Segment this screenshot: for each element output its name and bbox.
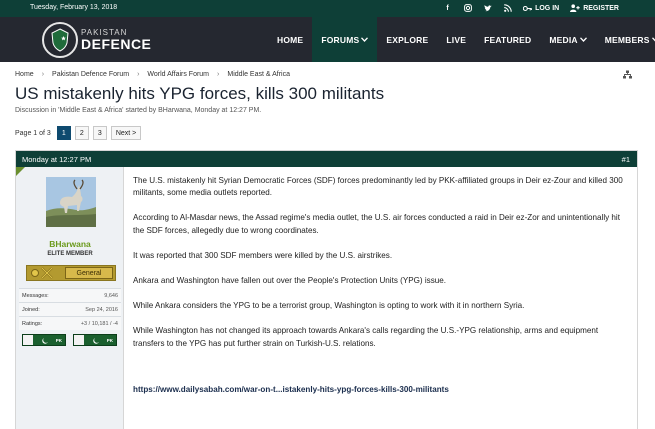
current-date: Tuesday, February 13, 2018 <box>30 4 118 11</box>
facebook-icon[interactable]: f <box>443 3 452 13</box>
nav-media[interactable]: MEDIA <box>540 17 595 62</box>
author-stats: Messages: 9,646 Joined: Sep 24, 2016 Rat… <box>19 288 121 330</box>
rank-label: General <box>65 267 113 279</box>
next-page-button[interactable]: Next > <box>110 126 142 140</box>
breadcrumb-home[interactable]: Home <box>15 71 34 78</box>
pakistan-flag-icon: PK <box>73 334 117 346</box>
breadcrumb: Home › Pakistan Defence Forum › World Af… <box>15 71 290 78</box>
breadcrumb-forum[interactable]: Pakistan Defence Forum <box>52 71 129 78</box>
user-plus-icon <box>570 4 580 12</box>
user-panel: BHarwana ELITE MEMBER General Messages: … <box>16 167 124 429</box>
topbar-links: f LOG IN REGISTER <box>443 3 619 13</box>
page-2-button[interactable]: 2 <box>74 126 89 140</box>
register-link[interactable]: REGISTER <box>570 4 619 12</box>
rss-icon[interactable] <box>503 3 512 13</box>
post-paragraph: It was reported that 300 SDF members wer… <box>133 250 393 260</box>
post-number[interactable]: #1 <box>622 155 630 164</box>
chevron-down-icon <box>651 37 655 42</box>
rank-insignia-icon <box>27 267 65 279</box>
nav-home[interactable]: HOME <box>268 17 312 62</box>
twitter-icon[interactable] <box>483 3 492 13</box>
author-flags: PK PK <box>22 334 117 346</box>
logo-line2: DEFENCE <box>81 36 152 52</box>
post-corner-marker <box>16 167 25 176</box>
stat-ratings: Ratings: +3 / 10,181 / -4 <box>19 316 121 330</box>
instagram-icon[interactable] <box>463 3 472 13</box>
key-icon <box>523 5 532 11</box>
login-link[interactable]: LOG IN <box>523 5 559 12</box>
nav-members[interactable]: MEMBERS <box>596 17 655 62</box>
avatar[interactable] <box>46 177 96 227</box>
main-header: PAKISTAN DEFENCE HOME FORUMS EXPLORE LIV… <box>0 17 655 62</box>
rank-badge: General <box>26 265 116 281</box>
chevron-down-icon <box>579 37 587 42</box>
register-label: REGISTER <box>583 4 619 12</box>
page-3-button[interactable]: 3 <box>92 126 107 140</box>
pakistan-flag-icon: PK <box>22 334 66 346</box>
post-date[interactable]: Monday at 12:27 PM <box>22 155 91 164</box>
thread-meta: Discussion in 'Middle East & Africa' sta… <box>15 107 262 114</box>
top-utility-bar: Tuesday, February 13, 2018 f LOG IN REGI… <box>0 0 655 17</box>
pagination: Page 1 of 3 1 2 3 Next > <box>15 126 142 140</box>
page-1-button[interactable]: 1 <box>56 126 71 140</box>
stat-joined: Joined: Sep 24, 2016 <box>19 302 121 316</box>
post-paragraph: While Ankara considers the YPG to be a t… <box>133 301 525 311</box>
post-content: The U.S. mistakenly hit Syrian Democrati… <box>133 175 628 396</box>
page-info: Page 1 of 3 <box>15 129 51 137</box>
chevron-right-icon: › <box>41 71 45 78</box>
nav-explore[interactable]: EXPLORE <box>377 17 437 62</box>
stat-messages: Messages: 9,646 <box>19 288 121 302</box>
sitemap-icon[interactable] <box>623 70 632 79</box>
chevron-right-icon: › <box>137 71 140 78</box>
post-paragraph: The U.S. mistakenly hit Syrian Democrati… <box>133 176 623 198</box>
site-logo[interactable]: PAKISTAN DEFENCE <box>42 22 151 58</box>
post-author-name[interactable]: BHarwana <box>16 239 124 249</box>
nav-featured[interactable]: FEATURED <box>475 17 540 62</box>
chevron-right-icon: › <box>217 71 220 78</box>
nav-forums[interactable]: FORUMS <box>312 17 378 62</box>
main-nav: HOME FORUMS EXPLORE LIVE FEATURED MEDIA … <box>268 17 655 62</box>
nav-live[interactable]: LIVE <box>437 17 475 62</box>
breadcrumb-world-affairs[interactable]: World Affairs Forum <box>147 71 209 78</box>
post-paragraph: Ankara and Washington have fallen out ov… <box>133 276 447 286</box>
post-paragraph: According to Al-Masdar news, the Assad r… <box>133 213 620 235</box>
post-author-title: ELITE MEMBER <box>47 251 93 257</box>
login-label: LOG IN <box>535 4 560 12</box>
chevron-down-icon <box>361 37 369 42</box>
post-paragraph: While Washington has not changed its app… <box>133 326 599 348</box>
logo-emblem-icon <box>42 22 78 58</box>
post-header: Monday at 12:27 PM #1 <box>16 151 637 167</box>
post: Monday at 12:27 PM #1 BHarwana ELITE MEM… <box>15 150 638 429</box>
breadcrumb-middle-east[interactable]: Middle East & Africa <box>227 71 290 78</box>
source-link[interactable]: https://www.dailysabah.com/war-on-t...is… <box>133 384 628 396</box>
thread-title: US mistakenly hits YPG forces, kills 300… <box>15 84 385 103</box>
